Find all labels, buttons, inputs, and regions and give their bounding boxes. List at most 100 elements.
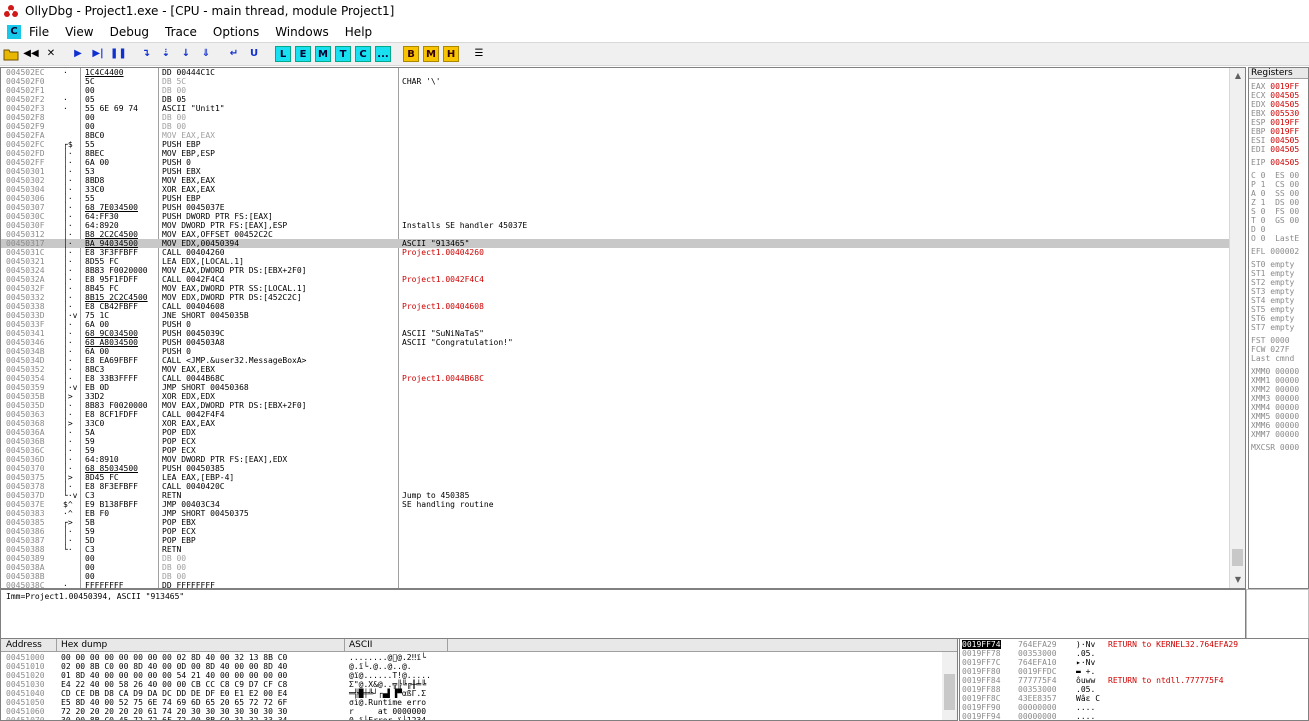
- menu-windows[interactable]: Windows: [275, 25, 329, 39]
- flag-line[interactable]: A 0 SS 00: [1251, 189, 1299, 198]
- scroll-thumb[interactable]: [944, 674, 955, 710]
- disassembly-row[interactable]: 004502F2 · 05 DB 05: [1, 95, 1231, 104]
- disassembly-row[interactable]: 00450352 │· 8BC3 MOV EAX,EBX: [1, 365, 1231, 374]
- register-efl[interactable]: EFL 000002: [1251, 247, 1299, 256]
- scroll-down-icon[interactable]: ▼: [1230, 572, 1245, 588]
- fpu-register[interactable]: ST7 empty: [1251, 323, 1294, 332]
- menu-file[interactable]: File: [29, 25, 49, 39]
- disassembly-row[interactable]: 00450389 00 DB 00: [1, 554, 1231, 563]
- dump-row[interactable]: 00451040 CD CE DB D8 CA D9 DA DC DD DE DF…: [1, 689, 941, 698]
- disassembly-row[interactable]: 004502F1 00 DB 00: [1, 86, 1231, 95]
- disassembly-row[interactable]: 0045036A │· 5A POP EDX: [1, 428, 1231, 437]
- dump-header-address[interactable]: Address: [6, 640, 42, 650]
- registers-header[interactable]: Registers: [1249, 68, 1308, 79]
- pause-icon[interactable]: ❚❚: [110, 46, 127, 62]
- stack-row[interactable]: 0019FF74 764EFA29)·Nv RETURN to KERNEL32.7…: [960, 640, 1308, 649]
- disassembly-row[interactable]: 0045030C │· 64:FF30 PUSH DWORD PTR FS:[EAX]: [1, 212, 1231, 221]
- dump-row[interactable]: 00451070 30 00 8B C0 45 72 72 6F 72 00 8B…: [1, 716, 941, 720]
- disassembly-scrollbar[interactable]: ▲ ▼: [1229, 68, 1245, 588]
- close-icon[interactable]: ✕: [43, 46, 59, 62]
- disassembly-row[interactable]: 0045036D │· 64:8910 MOV DWORD PTR FS:[EAX],…: [1, 455, 1231, 464]
- run-icon[interactable]: ▶: [70, 46, 86, 62]
- fpu-register[interactable]: ST6 empty: [1251, 314, 1294, 323]
- disassembly-row[interactable]: 0045037D └·v C3 RETN Jump to 450385: [1, 491, 1231, 500]
- fpu-register[interactable]: ST0 empty: [1251, 260, 1294, 269]
- xmm-register[interactable]: XMM5 00000: [1251, 412, 1299, 421]
- disassembly-row[interactable]: 00450302 │· 8BD8 MOV EBX,EAX: [1, 176, 1231, 185]
- register-esi[interactable]: ESI 004505: [1251, 136, 1299, 145]
- flag-line[interactable]: S 0 FS 00: [1251, 207, 1299, 216]
- disassembly-row[interactable]: 00450387 │· 5D POP EBP: [1, 536, 1231, 545]
- disassembly-row[interactable]: 0045036C │· 59 POP ECX: [1, 446, 1231, 455]
- disassembly-row[interactable]: 0045034B │· 6A 00 PUSH 0: [1, 347, 1231, 356]
- disassembly-row[interactable]: 0045031C │· E8 3F3FFBFF CALL 00404260 Projec…: [1, 248, 1231, 257]
- register-eip[interactable]: EIP 004505: [1251, 158, 1299, 167]
- xmm-register[interactable]: XMM4 00000: [1251, 403, 1299, 412]
- disassembly-row[interactable]: 004502FA 8BC0 MOV EAX,EAX: [1, 131, 1231, 140]
- disassembly-row[interactable]: 00450378 │· E8 8F3EFBFF CALL 0040420C: [1, 482, 1231, 491]
- disassembly-row[interactable]: 004502FC ┌$ 55 PUSH EBP: [1, 140, 1231, 149]
- stack-pane[interactable]: 0019FF74 764EFA29)·Nv RETURN to KERNEL32.7…: [959, 638, 1309, 721]
- executables-window-button[interactable]: E: [295, 46, 311, 62]
- step-over-icon[interactable]: ⇣: [158, 46, 174, 62]
- disassembly-row[interactable]: 004502FF │· 6A 00 PUSH 0: [1, 158, 1231, 167]
- register-ebx[interactable]: EBX 005530: [1251, 109, 1299, 118]
- flag-line[interactable]: D 0: [1251, 225, 1265, 234]
- menu-debug[interactable]: Debug: [110, 25, 149, 39]
- stack-row[interactable]: 0019FF78 00353000 .05.: [960, 649, 1308, 658]
- dump-header-hex[interactable]: Hex dump: [61, 640, 107, 650]
- disassembly-row[interactable]: 0045032F │· 8B45 FC MOV EAX,DWORD PTR SS:[L…: [1, 284, 1231, 293]
- fpu-control[interactable]: FST 0000: [1251, 336, 1290, 345]
- disassembly-row[interactable]: 00450304 │· 33C0 XOR EAX,EAX: [1, 185, 1231, 194]
- disassembly-row[interactable]: 00450375 │> 8D45 FC LEA EAX,[EBP-4]: [1, 473, 1231, 482]
- register-esp[interactable]: ESP 0019FF: [1251, 118, 1299, 127]
- stack-row[interactable]: 0019FF80 0019FFDC ▬ +.: [960, 667, 1308, 676]
- restart-icon[interactable]: ◀◀: [23, 46, 39, 62]
- disassembly-row[interactable]: 0045037E $^ E9 B138FBFF JMP 00403C34 SE hand…: [1, 500, 1231, 509]
- disassembly-row[interactable]: 0045038B 00 DB 00: [1, 572, 1231, 581]
- fpu-control[interactable]: Last cmnd: [1251, 354, 1294, 363]
- xmm-register[interactable]: XMM3 00000: [1251, 394, 1299, 403]
- flag-line[interactable]: T 0 GS 00: [1251, 216, 1299, 225]
- disassembly-row[interactable]: 00450321 │· 8D55 FC LEA EDX,[LOCAL.1]: [1, 257, 1231, 266]
- xmm-register[interactable]: XMM1 00000: [1251, 376, 1299, 385]
- disassembly-row[interactable]: 004502F3 · 55 6E 69 74 ASCII "Unit1": [1, 104, 1231, 113]
- disassembly-row[interactable]: 00450363 │· E8 8CF1FDFF CALL 0042F4F4: [1, 410, 1231, 419]
- trace-into-icon[interactable]: ↓: [178, 46, 194, 62]
- disassembly-row[interactable]: 004502F9 00 DB 00: [1, 122, 1231, 131]
- stack-row[interactable]: 0019FF7C 764EFA10 ▸·Nv: [960, 658, 1308, 667]
- stack-row[interactable]: 0019FF88 00353000 .05.: [960, 685, 1308, 694]
- dump-row[interactable]: 00451060 72 20 20 20 20 20 61 74 20 30 30…: [1, 707, 941, 716]
- dump-row[interactable]: 00451000 00 00 00 00 00 00 00 00 02 8D 40…: [1, 653, 941, 662]
- disassembly-row[interactable]: 0045030F │· 64:8920 MOV DWORD PTR FS:[EAX],…: [1, 221, 1231, 230]
- fpu-register[interactable]: ST3 empty: [1251, 287, 1294, 296]
- disassembly-row[interactable]: 00450354 │· E8 33B3FFFF CALL 0044B68C Projec…: [1, 374, 1231, 383]
- disassembly-row[interactable]: 004502EC · 1C4C4400 DD 00444C1C: [1, 68, 1231, 77]
- disassembly-row[interactable]: 00450324 │· 8B83 F0020000 MOV EAX,DWORD PTR…: [1, 266, 1231, 275]
- fpu-register[interactable]: ST4 empty: [1251, 296, 1294, 305]
- scroll-thumb[interactable]: [1232, 549, 1243, 566]
- fpu-control[interactable]: FCW 027F: [1251, 345, 1290, 354]
- dump-row[interactable]: 00451020 01 8D 40 00 00 00 00 00 54 21 40…: [1, 671, 941, 680]
- flag-line[interactable]: P 1 CS 00: [1251, 180, 1299, 189]
- disassembly-row[interactable]: 00450346 │· 68 A8034500 PUSH 004503A8 ASCII …: [1, 338, 1231, 347]
- list-icon[interactable]: ☰: [471, 46, 487, 62]
- register-edx[interactable]: EDX 004505: [1251, 100, 1299, 109]
- stack-row[interactable]: 0019FF84 777775F4 ôuww RETURN to ntdll.7777…: [960, 676, 1308, 685]
- disassembly-row[interactable]: 00450317 │· BA 94034500 MOV EDX,00450394 ASC…: [1, 239, 1231, 248]
- disassembly-row[interactable]: 00450368 │> 33C0 XOR EAX,EAX: [1, 419, 1231, 428]
- step-into-icon[interactable]: ↴: [138, 46, 154, 62]
- disassembly-row[interactable]: 00450301 │· 53 PUSH EBX: [1, 167, 1231, 176]
- register-ecx[interactable]: ECX 004505: [1251, 91, 1299, 100]
- hardware-breakpoints-button[interactable]: H: [443, 46, 459, 62]
- stack-row[interactable]: 0019FF8C 43EE8357 Wâε C: [960, 694, 1308, 703]
- disassembly-row[interactable]: 004502FD │· 8BEC MOV EBP,ESP: [1, 149, 1231, 158]
- disassembly-row[interactable]: 0045035D │· 8B83 F0020000 MOV EAX,DWORD PTR…: [1, 401, 1231, 410]
- register-mxcsr[interactable]: MXCSR 0000: [1251, 443, 1299, 452]
- stack-row[interactable]: 0019FF94 00000000....: [960, 712, 1308, 720]
- open-folder-icon[interactable]: [3, 46, 19, 62]
- menu-trace[interactable]: Trace: [165, 25, 197, 39]
- dump-scrollbar[interactable]: [942, 652, 957, 720]
- hex-dump-pane[interactable]: Address Hex dump ASCII 00451000 00 00 00 …: [0, 638, 958, 721]
- disassembly-row[interactable]: 00450383 ·^ EB F0 JMP SHORT 00450375: [1, 509, 1231, 518]
